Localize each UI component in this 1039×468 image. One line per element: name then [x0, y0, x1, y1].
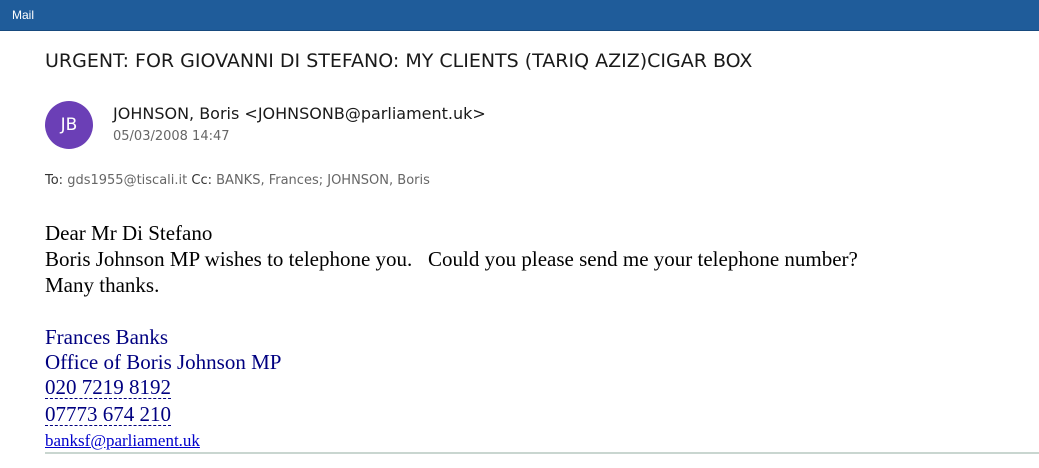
email-body: Dear Mr Di Stefano Boris Johnson MP wishe…	[45, 220, 858, 298]
avatar[interactable]: JB	[45, 101, 93, 149]
signature-email-link[interactable]: banksf@parliament.uk	[45, 430, 200, 452]
recipients-line: To: gds1955@tiscali.it Cc: BANKS, France…	[45, 173, 430, 188]
sender-name[interactable]: JOHNSON, Boris <JOHNSONB@parliament.uk>	[113, 104, 486, 123]
email-subject: URGENT: FOR GIOVANNI DI STEFANO: MY CLIE…	[45, 50, 753, 72]
app-title: Mail	[12, 8, 35, 22]
cc-label: Cc:	[191, 173, 212, 188]
divider	[45, 452, 1039, 454]
cc-recipients[interactable]: BANKS, Frances; JOHNSON, Boris	[216, 173, 430, 188]
body-greeting: Dear Mr Di Stefano	[45, 221, 213, 245]
email-signature: Frances Banks Office of Boris Johnson MP…	[45, 325, 281, 452]
signature-phone-1[interactable]: 020 7219 8192	[45, 376, 171, 399]
title-bar: Mail	[0, 0, 1039, 31]
signature-name: Frances Banks	[45, 325, 169, 349]
signature-phone-2[interactable]: 07773 674 210	[45, 403, 171, 426]
avatar-initials: JB	[60, 115, 78, 135]
body-closing: Many thanks.	[45, 273, 160, 297]
to-recipient[interactable]: gds1955@tiscali.it	[67, 173, 187, 188]
to-label: To:	[45, 173, 64, 188]
signature-office: Office of Boris Johnson MP	[45, 350, 282, 374]
sent-date: 05/03/2008 14:47	[113, 129, 230, 144]
body-line: Boris Johnson MP wishes to telephone you…	[45, 247, 858, 271]
